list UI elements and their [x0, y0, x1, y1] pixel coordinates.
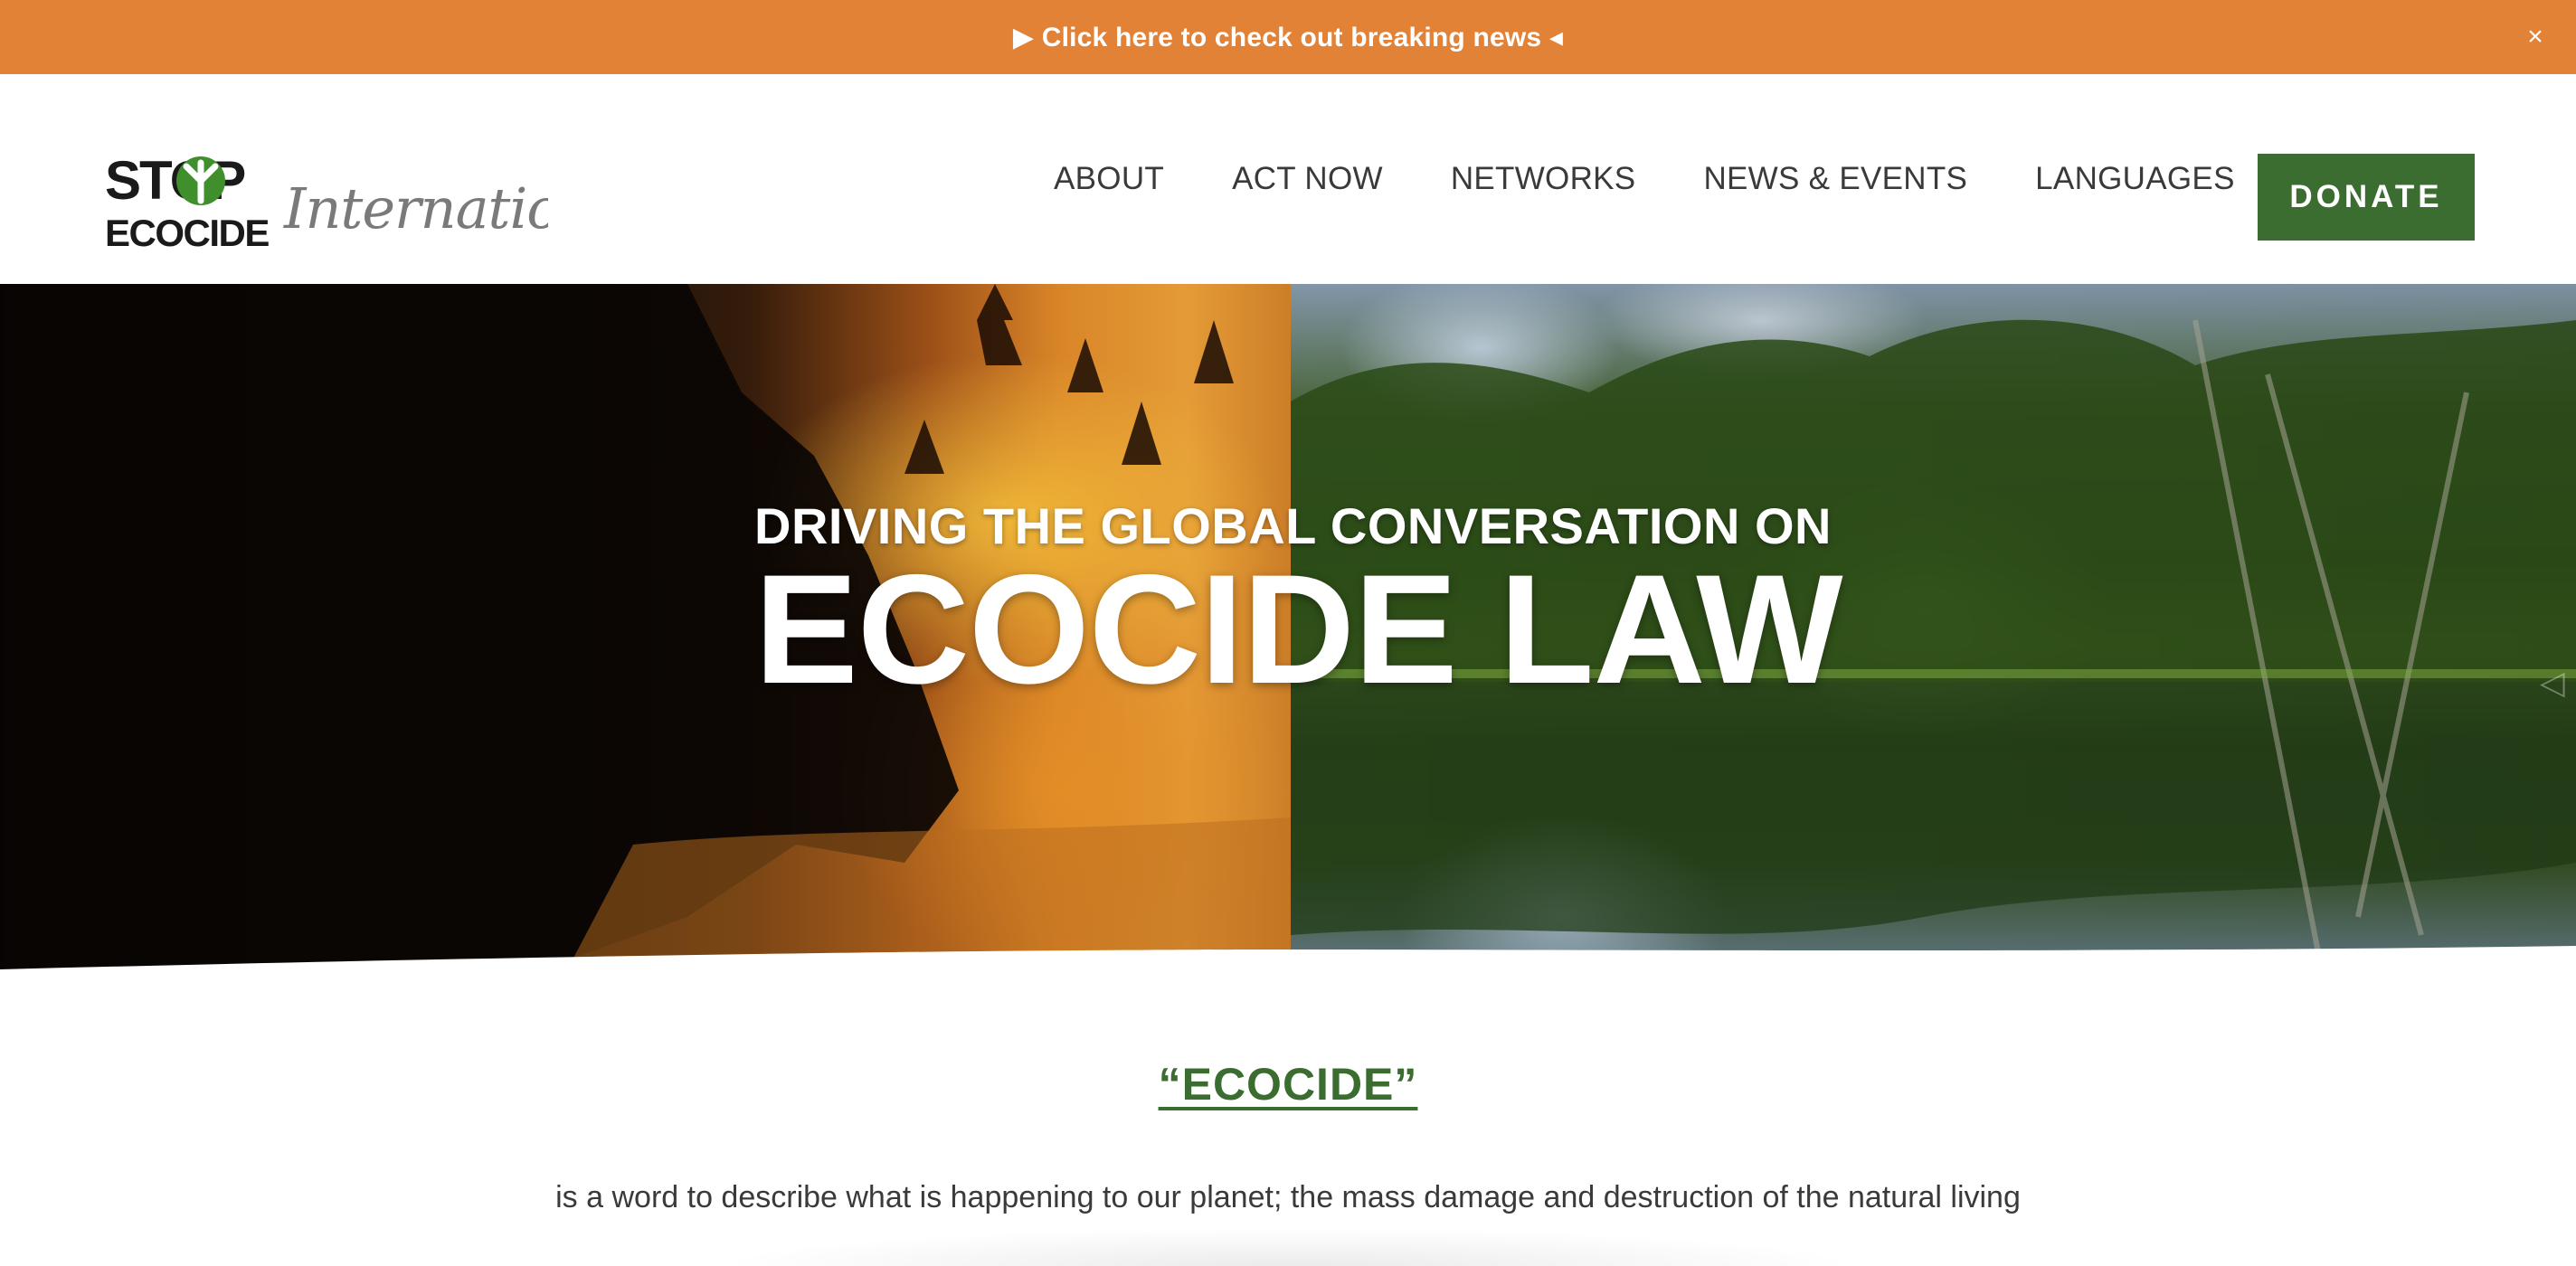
hero-title: ECOCIDE LAW [754, 543, 1843, 716]
intro-heading: “ECOCIDE” [0, 1058, 2576, 1110]
site-header: STOP ECOCIDE International ABOUT ACT NOW… [0, 74, 2576, 284]
logo-script-text: International [283, 175, 548, 241]
nav-languages[interactable]: LANGUAGES [2035, 161, 2235, 197]
ecocide-heading-link[interactable]: “ECOCIDE” [1159, 1059, 1418, 1110]
nav-networks[interactable]: NETWORKS [1451, 161, 1636, 197]
hero-bottom-wave [0, 946, 2576, 982]
intro-paragraph: is a word to describe what is happening … [555, 1180, 2021, 1214]
close-icon[interactable]: × [2520, 22, 2551, 52]
nav-news-events[interactable]: NEWS & EVENTS [1703, 161, 1967, 197]
hero-text-block: DRIVING THE GLOBAL CONVERSATION ON ECOCI… [754, 499, 1843, 716]
nav-act-now[interactable]: ACT NOW [1232, 161, 1383, 197]
slider-arrow-icon[interactable]: ◁ [2540, 664, 2572, 709]
site-logo[interactable]: STOP ECOCIDE International [105, 154, 548, 259]
announcement-bar: ▶ Click here to check out breaking news … [0, 0, 2576, 74]
donate-button[interactable]: DONATE [2258, 154, 2475, 241]
main-nav: ABOUT ACT NOW NETWORKS NEWS & EVENTS LAN… [1054, 74, 2235, 284]
hero-banner: DRIVING THE GLOBAL CONVERSATION ON ECOCI… [0, 284, 2576, 982]
nav-about[interactable]: ABOUT [1054, 161, 1164, 197]
breaking-news-link[interactable]: ▶ Click here to check out breaking news … [1013, 22, 1563, 53]
peace-leaf-icon [176, 156, 225, 205]
logo-ecocide-text: ECOCIDE [105, 212, 269, 254]
